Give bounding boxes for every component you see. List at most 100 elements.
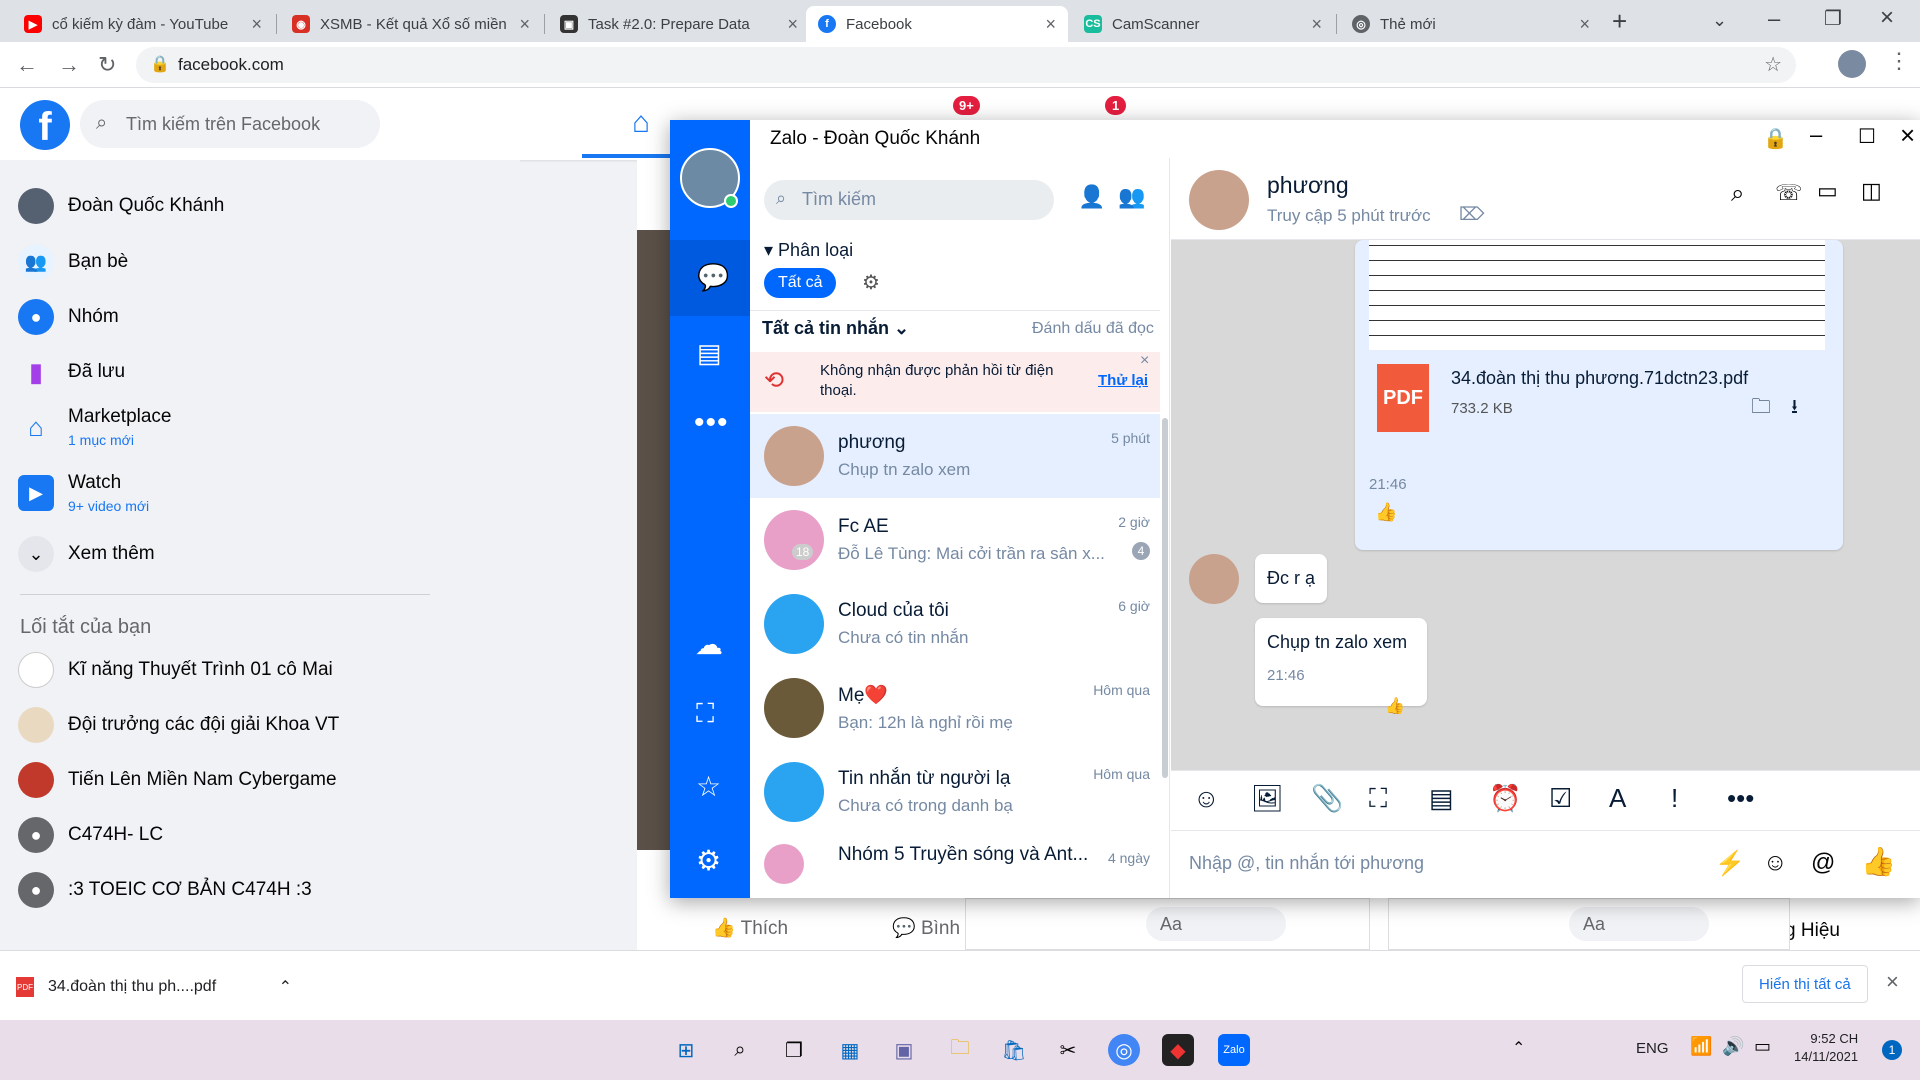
add-group-icon[interactable]: 👥 bbox=[1118, 184, 1145, 210]
lock-icon[interactable]: 🔒 bbox=[1763, 126, 1788, 151]
sidebar-item-saved[interactable]: ▮ Đã lưu bbox=[18, 354, 125, 390]
close-tab-icon[interactable]: × bbox=[519, 14, 530, 35]
close-window-icon[interactable]: × bbox=[1880, 4, 1894, 32]
filter-all-chip[interactable]: Tất cả bbox=[764, 268, 837, 298]
video-call-icon[interactable]: ▭ bbox=[1817, 178, 1838, 204]
more-icon[interactable]: ••• bbox=[694, 406, 729, 440]
close-icon[interactable]: × bbox=[1886, 969, 1899, 995]
all-messages-dropdown[interactable]: Tất cả tin nhắn ⌄ bbox=[762, 318, 909, 339]
shortcut-item[interactable]: Đội trưởng các đội giải Khoa VT bbox=[18, 707, 339, 743]
thumbs-up-icon[interactable]: 👍 bbox=[1861, 845, 1896, 878]
conversation-item[interactable]: Tin nhắn từ người lạ Chưa có trong danh b… bbox=[750, 750, 1160, 834]
tab-task[interactable]: ▣ Task #2.0: Prepare Data × bbox=[548, 6, 810, 42]
image-icon[interactable]: 🖼 bbox=[1251, 783, 1284, 814]
contact-card-icon[interactable]: ▤ bbox=[1429, 783, 1454, 814]
tab-camscanner[interactable]: CS CamScanner × bbox=[1072, 6, 1334, 42]
tab-youtube[interactable]: ▶ cổ kiếm kỳ đàm - YouTube × bbox=[12, 6, 274, 42]
forward-icon[interactable]: → bbox=[58, 52, 80, 78]
tab-search-icon[interactable]: ⌄ bbox=[1712, 10, 1727, 31]
profile-avatar[interactable] bbox=[1838, 50, 1866, 78]
wifi-icon[interactable]: 📶 bbox=[1690, 1036, 1712, 1057]
conversation-item[interactable]: Mẹ❤️ Bạn: 12h là nghỉ rồi mẹ Hôm qua bbox=[750, 666, 1160, 750]
zalo-icon[interactable]: Zalo bbox=[1218, 1034, 1250, 1066]
close-tab-icon[interactable]: × bbox=[1311, 14, 1322, 35]
store-icon[interactable]: 🛍 bbox=[998, 1034, 1030, 1066]
conversation-item[interactable]: Fc AE Đỗ Lê Tùng: Mai cởi trần ra sân x..… bbox=[750, 498, 1160, 582]
reminder-icon[interactable]: ⏰ bbox=[1489, 783, 1521, 814]
classify-toggle[interactable]: ▾ Phân loại bbox=[764, 240, 853, 261]
more-icon[interactable]: ••• bbox=[1727, 783, 1754, 814]
tag-icon[interactable]: ⌦ bbox=[1459, 204, 1484, 225]
zalo-search-input[interactable]: ⌕ Tìm kiếm bbox=[764, 180, 1054, 220]
chevron-up-icon[interactable]: ⌃ bbox=[279, 977, 292, 997]
close-tab-icon[interactable]: × bbox=[251, 14, 262, 35]
see-more-button[interactable]: ⌄ Xem thêm bbox=[18, 536, 155, 572]
home-icon[interactable]: ⌂ bbox=[632, 106, 650, 140]
scrollbar[interactable] bbox=[1162, 418, 1168, 778]
like-icon[interactable]: 👍 bbox=[1375, 502, 1397, 523]
maximize-icon[interactable]: ☐ bbox=[1858, 124, 1876, 149]
chat-input[interactable]: Aa bbox=[1146, 907, 1286, 941]
sidebar-item-profile[interactable]: Đoàn Quốc Khánh bbox=[18, 188, 224, 224]
notification-badge[interactable]: 1 bbox=[1882, 1040, 1902, 1060]
handwritten-image[interactable] bbox=[1369, 240, 1825, 350]
contacts-icon[interactable]: ▤ bbox=[697, 338, 722, 369]
avatar[interactable] bbox=[1189, 170, 1249, 230]
facebook-logo[interactable]: f bbox=[20, 100, 70, 150]
sidebar-toggle-icon[interactable]: ◫ bbox=[1861, 178, 1882, 204]
battery-icon[interactable]: ▭ bbox=[1754, 1036, 1771, 1057]
task-icon[interactable]: ☑ bbox=[1549, 783, 1572, 814]
sidebar-item-friends[interactable]: 👥 Bạn bè bbox=[18, 244, 128, 280]
attach-icon[interactable]: 📎 bbox=[1311, 783, 1343, 814]
volume-icon[interactable]: 🔊 bbox=[1722, 1036, 1744, 1057]
message-input[interactable]: Nhập @, tin nhắn tới phương ⚡ ☺ @ 👍 bbox=[1171, 830, 1920, 898]
chevron-up-icon[interactable]: ⌃ bbox=[1512, 1038, 1525, 1058]
task-view-icon[interactable]: ❐ bbox=[778, 1034, 810, 1066]
shortcut-item[interactable]: Tiến Lên Miền Nam Cybergame bbox=[18, 762, 337, 798]
facebook-search-input[interactable]: ⌕ Tìm kiếm trên Facebook bbox=[80, 100, 380, 148]
close-tab-icon[interactable]: × bbox=[1579, 14, 1590, 35]
conversation-item[interactable]: Cloud của tôi Chưa có tin nhắn 6 giờ bbox=[750, 582, 1160, 666]
tab-new[interactable]: ◎ Thẻ mới × bbox=[1340, 6, 1602, 42]
clock[interactable]: 9:52 CH 14/11/2021 bbox=[1794, 1030, 1858, 1066]
search-icon[interactable]: ⌕ bbox=[1731, 180, 1744, 208]
sidebar-item-watch[interactable]: ▶ Watch 9+ video mới bbox=[18, 472, 149, 514]
file-explorer-icon[interactable]: 🗀 bbox=[944, 1034, 976, 1066]
sticker-icon[interactable]: ☺ bbox=[1193, 783, 1220, 814]
add-friend-icon[interactable]: 👤 bbox=[1078, 184, 1105, 210]
phone-icon[interactable]: ☏ bbox=[1775, 180, 1803, 206]
tab-xsmb[interactable]: ◉ XSMB - Kết quả Xổ số miền × bbox=[280, 6, 542, 42]
widgets-icon[interactable]: ▦ bbox=[834, 1034, 866, 1066]
format-text-icon[interactable]: A bbox=[1609, 783, 1626, 814]
settings-icon[interactable]: ⚙ bbox=[696, 844, 721, 877]
quick-message-icon[interactable]: ⚡ bbox=[1715, 849, 1745, 878]
start-icon[interactable]: ⊞ bbox=[670, 1034, 702, 1066]
sidebar-item-marketplace[interactable]: ⌂ Marketplace 1 mục mới bbox=[18, 406, 171, 448]
search-icon[interactable]: ⌕ bbox=[724, 1034, 756, 1066]
shortcut-item[interactable]: Kĩ năng Thuyết Trình 01 cô Mai bbox=[18, 652, 333, 688]
avatar[interactable] bbox=[1189, 554, 1239, 604]
like-icon[interactable]: 👍 bbox=[1385, 696, 1405, 716]
fb-chat-box[interactable]: Aa bbox=[1388, 898, 1790, 950]
shortcut-item[interactable]: ● C474H- LC bbox=[18, 817, 163, 853]
menu-icon[interactable]: ⋮ bbox=[1888, 48, 1910, 74]
close-tab-icon[interactable]: × bbox=[1045, 14, 1056, 35]
star-icon[interactable]: ☆ bbox=[696, 770, 721, 803]
url-field[interactable]: 🔒 facebook.com ☆ bbox=[136, 47, 1796, 83]
cloud-icon[interactable]: ☁ bbox=[695, 628, 723, 661]
reload-icon[interactable]: ↻ bbox=[98, 52, 116, 78]
fb-chat-box[interactable]: Aa bbox=[965, 898, 1370, 950]
show-all-downloads-button[interactable]: Hiển thị tất cả bbox=[1742, 965, 1868, 1003]
comment-button[interactable]: 💬 Bình bbox=[892, 916, 960, 940]
star-icon[interactable]: ☆ bbox=[1764, 52, 1782, 77]
minimize-icon[interactable]: – bbox=[1810, 122, 1822, 148]
like-button[interactable]: 👍 Thích bbox=[712, 916, 788, 940]
close-icon[interactable]: × bbox=[1900, 120, 1915, 151]
folder-icon[interactable]: 🗀 bbox=[1751, 392, 1771, 426]
important-icon[interactable]: ! bbox=[1671, 783, 1678, 814]
conversation-item[interactable]: phương Chụp tn zalo xem 5 phút bbox=[750, 414, 1160, 498]
retry-link[interactable]: Thử lại bbox=[1098, 372, 1148, 389]
minimize-icon[interactable]: – bbox=[1768, 6, 1780, 32]
game-icon[interactable]: ◆ bbox=[1162, 1034, 1194, 1066]
snipping-icon[interactable]: ✂ bbox=[1052, 1034, 1084, 1066]
